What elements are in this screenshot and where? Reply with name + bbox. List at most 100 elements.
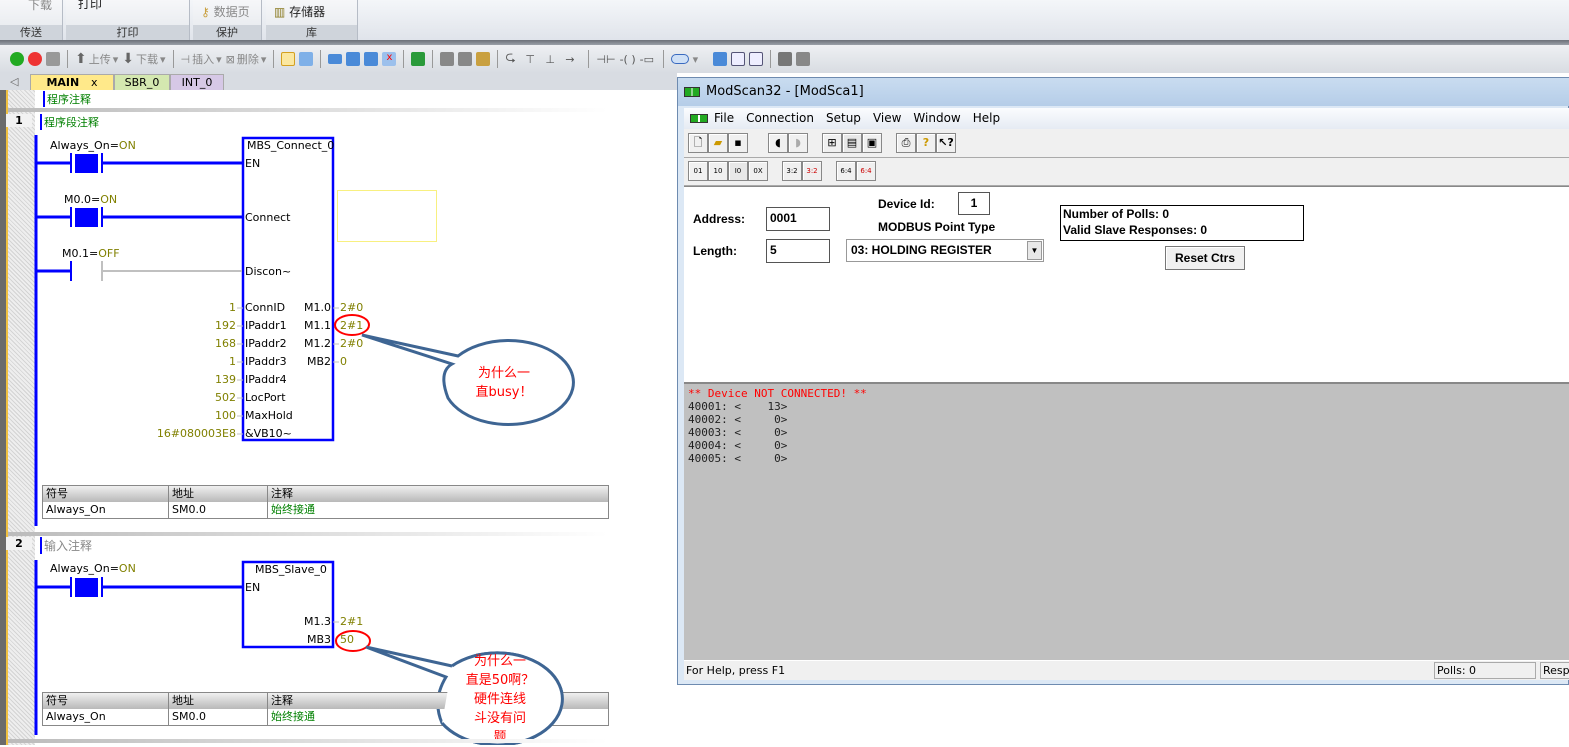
address-input[interactable]: 0001 bbox=[766, 207, 830, 231]
key-icon[interactable] bbox=[777, 52, 792, 66]
inspect-icon[interactable]: ▣ bbox=[862, 133, 882, 153]
edit-symbol-icon[interactable] bbox=[748, 52, 763, 66]
cell-symbol: Always_On bbox=[43, 709, 169, 725]
col-header: 地址 bbox=[169, 486, 268, 502]
float-format-icon[interactable]: 3:2 bbox=[782, 161, 802, 181]
hex-format-icon[interactable]: 0X bbox=[748, 161, 768, 181]
integer-format-icon[interactable]: I0 bbox=[728, 161, 748, 181]
symbol-table-icon[interactable] bbox=[712, 52, 727, 66]
cell-address: SM0.0 bbox=[169, 709, 268, 725]
param-value: 139 bbox=[215, 373, 236, 386]
contact-state: ON bbox=[118, 562, 136, 575]
col-header: 符号 bbox=[43, 486, 169, 502]
print-icon[interactable]: ⎙ bbox=[896, 133, 916, 153]
network-separator bbox=[8, 739, 608, 743]
save-icon[interactable]: ▪ bbox=[728, 133, 748, 153]
edit-comment-icon[interactable] bbox=[730, 52, 745, 66]
menu-connection[interactable]: Connection bbox=[746, 108, 814, 129]
document-icon[interactable] bbox=[690, 114, 708, 123]
contact-label: Always_On=ON bbox=[50, 139, 136, 152]
tag-dropdown[interactable]: ▾ bbox=[693, 50, 709, 68]
modscan-window: ModScan32 - [ModSca1] File Connection Se… bbox=[677, 77, 1569, 685]
app-icon bbox=[684, 87, 700, 97]
poll-counters: Number of Polls: 0 Valid Slave Responses… bbox=[1060, 205, 1304, 241]
menu-setup[interactable]: Setup bbox=[826, 108, 861, 129]
col-header: 地址 bbox=[169, 693, 268, 709]
point-type-label: MODBUS Point Type bbox=[878, 220, 996, 234]
contact-state: ON bbox=[100, 193, 118, 206]
contact-state: ON bbox=[118, 139, 136, 152]
status-help: For Help, press F1 bbox=[686, 664, 786, 677]
menu-help[interactable]: Help bbox=[973, 108, 1000, 129]
length-label: Length: bbox=[693, 244, 737, 258]
modscan-settings-panel: Address: 0001 Length: 5 Device Id: 1 MOD… bbox=[684, 186, 1569, 382]
open-folder-icon[interactable]: ▰ bbox=[708, 133, 728, 153]
pin-en: EN bbox=[245, 581, 261, 594]
output-value: 2#1 bbox=[340, 615, 364, 628]
contact-label: M0.0=ON bbox=[64, 193, 118, 206]
callout-text: 为什么一 直busy！ bbox=[475, 366, 533, 400]
status-polls: Polls: 0 bbox=[1434, 662, 1536, 679]
output-pin: MB3 bbox=[306, 633, 331, 646]
param-value: 1 bbox=[229, 301, 236, 314]
program-comment[interactable]: 程序注释 bbox=[43, 91, 91, 107]
register-display: ** Device NOT CONNECTED! ** 40001: < 13> 4… bbox=[684, 382, 1569, 660]
selection-box bbox=[337, 190, 437, 242]
contact-label: Always_On=ON bbox=[50, 562, 136, 575]
double-swapped-icon[interactable]: 6:4 bbox=[856, 161, 876, 181]
point-type-select[interactable]: 03: HOLDING REGISTER ▼ bbox=[846, 239, 1044, 262]
graph-icon[interactable]: ▤ bbox=[842, 133, 862, 153]
disconnect-icon[interactable]: ◗ bbox=[788, 133, 808, 153]
output-value: 0 bbox=[340, 355, 347, 368]
contact-state: OFF bbox=[98, 247, 120, 260]
address-label: Address: bbox=[693, 212, 746, 226]
network-number: 2 bbox=[6, 537, 32, 550]
param-pin: MaxHold bbox=[245, 409, 293, 422]
block-title[interactable]: MBS_Connect_0 bbox=[247, 139, 334, 152]
binary-format-icon[interactable]: 01 bbox=[688, 161, 708, 181]
callout-text: 为什么一 直是50啊？ 硬件连线 斗没有问 题 bbox=[465, 654, 535, 745]
param-value: 1 bbox=[229, 355, 236, 368]
display-options-icon[interactable]: ⊞ bbox=[822, 133, 842, 153]
table-header: 符号 地址 注释 bbox=[43, 486, 608, 502]
pin-en: EN bbox=[245, 157, 261, 170]
settings-icon[interactable] bbox=[795, 52, 810, 66]
connection-error: ** Device NOT CONNECTED! ** bbox=[688, 387, 867, 400]
cell-comment: 始终接通 bbox=[271, 503, 315, 516]
table-row[interactable]: Always_On SM0.0 始终接通 bbox=[43, 502, 608, 518]
output-value: 2#0 bbox=[340, 301, 364, 314]
help-icon[interactable]: ? bbox=[916, 133, 936, 153]
menu-file[interactable]: File bbox=[714, 108, 734, 129]
point-type-value: 03: HOLDING REGISTER bbox=[851, 243, 992, 257]
device-id-input[interactable]: 1 bbox=[958, 192, 990, 215]
block-title[interactable]: MBS_Slave_0 bbox=[255, 563, 327, 576]
new-file-icon[interactable]: 🗋 bbox=[688, 133, 708, 153]
param-value: 100 bbox=[215, 409, 236, 422]
connect-icon[interactable]: ◖ bbox=[768, 133, 788, 153]
length-input[interactable]: 5 bbox=[766, 239, 830, 263]
cell-symbol: Always_On bbox=[43, 502, 169, 518]
param-pin: &VB10~ bbox=[245, 427, 292, 440]
network-comment[interactable]: 程序段注释 bbox=[40, 114, 99, 130]
menu-view[interactable]: View bbox=[873, 108, 901, 129]
register-row: 40003: < 0> bbox=[688, 426, 788, 439]
network-comment[interactable]: 输入注释 bbox=[40, 537, 92, 554]
double-format-icon[interactable]: 6:4 bbox=[836, 161, 856, 181]
symbol-table: 符号 地址 注释 Always_On SM0.0 始终接通 bbox=[42, 485, 609, 519]
window-title-bar[interactable]: ModScan32 - [ModSca1] bbox=[678, 78, 1569, 106]
contact-on-fill bbox=[75, 578, 98, 597]
chevron-down-icon[interactable]: ▼ bbox=[1027, 241, 1042, 260]
pin-disconnect: Discon~ bbox=[245, 265, 292, 278]
valid-responses-count: Valid Slave Responses: 0 bbox=[1063, 223, 1208, 237]
param-value: 502 bbox=[215, 391, 236, 404]
col-header: 符号 bbox=[43, 693, 169, 709]
decimal-format-icon[interactable]: 10 bbox=[708, 161, 728, 181]
reset-counters-button[interactable]: Reset Ctrs bbox=[1165, 246, 1245, 270]
register-row: 40002: < 0> bbox=[688, 413, 788, 426]
format-toolbar: 01 10 I0 0X 3:2 3:2 6:4 6:4 bbox=[684, 158, 1569, 186]
float-swapped-icon[interactable]: 3:2 bbox=[802, 161, 822, 181]
param-pin: LocPort bbox=[245, 391, 286, 404]
menu-window[interactable]: Window bbox=[913, 108, 960, 129]
context-help-icon[interactable]: ↖? bbox=[936, 133, 956, 153]
network-number: 1 bbox=[6, 114, 32, 127]
